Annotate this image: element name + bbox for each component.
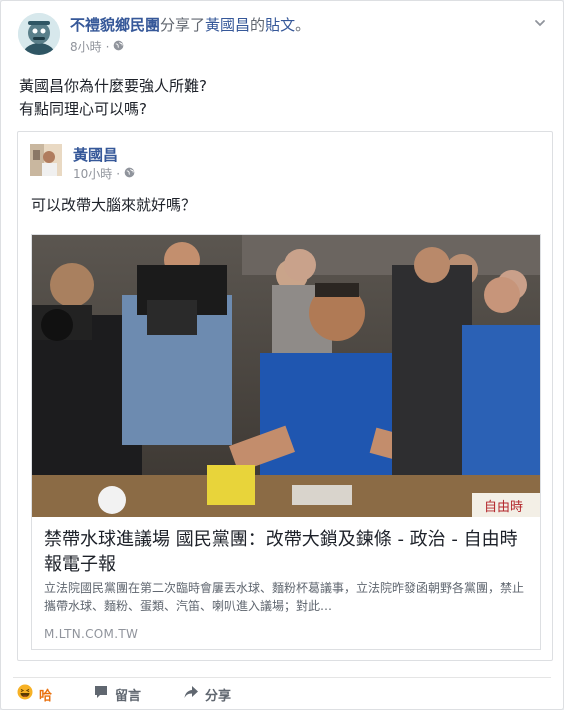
post-link[interactable]: 貼文 bbox=[265, 16, 295, 34]
post-meta: 8小時 · bbox=[70, 39, 124, 55]
like-label: 哈 bbox=[39, 688, 53, 704]
photo-watermark: 自由時 bbox=[484, 500, 523, 515]
share-label: 分享 bbox=[205, 688, 232, 704]
shared-post-meta: 10小時 · bbox=[73, 165, 135, 182]
link-description: 立法院國民黨團在第二次臨時會屢丟水球、麵粉杯葛議事，立法院昨發函朝野各黨團，禁止… bbox=[44, 581, 525, 613]
like-button[interactable]: 哈 bbox=[17, 681, 52, 707]
post-text-line: 有點同理心可以嗎? bbox=[19, 100, 147, 118]
globe-icon bbox=[113, 39, 124, 55]
header-suffix: 。 bbox=[295, 16, 311, 34]
news-photo[interactable]: 自由時 bbox=[32, 235, 540, 517]
haha-reaction-icon bbox=[17, 684, 33, 704]
post-header: 不禮貌鄉民團分享了黃國昌的貼文。 bbox=[70, 15, 310, 35]
shared-author-name[interactable]: 黃國昌 bbox=[73, 144, 118, 165]
possessive-label: 的 bbox=[250, 16, 266, 34]
post-body: 黃國昌你為什麼要強人所難? 有點同理心可以嗎? bbox=[19, 75, 207, 121]
post-text-line: 黃國昌你為什麼要強人所難? bbox=[19, 77, 207, 95]
share-arrow-icon bbox=[183, 684, 199, 704]
comment-label: 留言 bbox=[115, 688, 142, 704]
shared-label: 分享了 bbox=[160, 16, 206, 34]
author-avatar[interactable] bbox=[18, 13, 60, 55]
shared-author-avatar[interactable] bbox=[30, 144, 62, 176]
author-name[interactable]: 不禮貌鄉民團 bbox=[70, 16, 160, 34]
shared-post-text: 可以改帶大腦來就好嗎？ bbox=[31, 196, 197, 214]
share-button[interactable]: 分享 bbox=[183, 681, 231, 707]
shared-post: 黃國昌 10小時 · 可以改帶大腦來就好嗎？ 自由時 禁帶水球進議場 國民黨團：… bbox=[17, 131, 553, 661]
comment-icon bbox=[93, 684, 109, 704]
post-timestamp[interactable]: 8小時 bbox=[70, 39, 102, 55]
link-domain: M.LTN.COM.TW bbox=[44, 627, 139, 641]
meta-separator: · bbox=[105, 40, 110, 54]
original-author-link[interactable]: 黃國昌 bbox=[205, 16, 250, 34]
action-divider bbox=[13, 677, 551, 678]
link-title[interactable]: 禁帶水球進議場 國民黨團：改帶大鎖及鍊條 - 政治 - 自由時報電子報 bbox=[44, 527, 528, 577]
link-preview-card[interactable]: 自由時 禁帶水球進議場 國民黨團：改帶大鎖及鍊條 - 政治 - 自由時報電子報 … bbox=[31, 234, 541, 650]
feed-post: 不禮貌鄉民團分享了黃國昌的貼文。 8小時 · 黃國昌你為什麼要強人所難? 有點同… bbox=[0, 0, 564, 710]
globe-icon bbox=[124, 167, 135, 181]
action-bar: 哈 留言 分享 bbox=[1, 681, 564, 707]
comment-button[interactable]: 留言 bbox=[93, 681, 141, 707]
shared-post-timestamp[interactable]: 10小時 bbox=[73, 165, 112, 182]
meta-separator: · bbox=[116, 166, 121, 181]
chevron-down-icon[interactable] bbox=[533, 15, 547, 29]
